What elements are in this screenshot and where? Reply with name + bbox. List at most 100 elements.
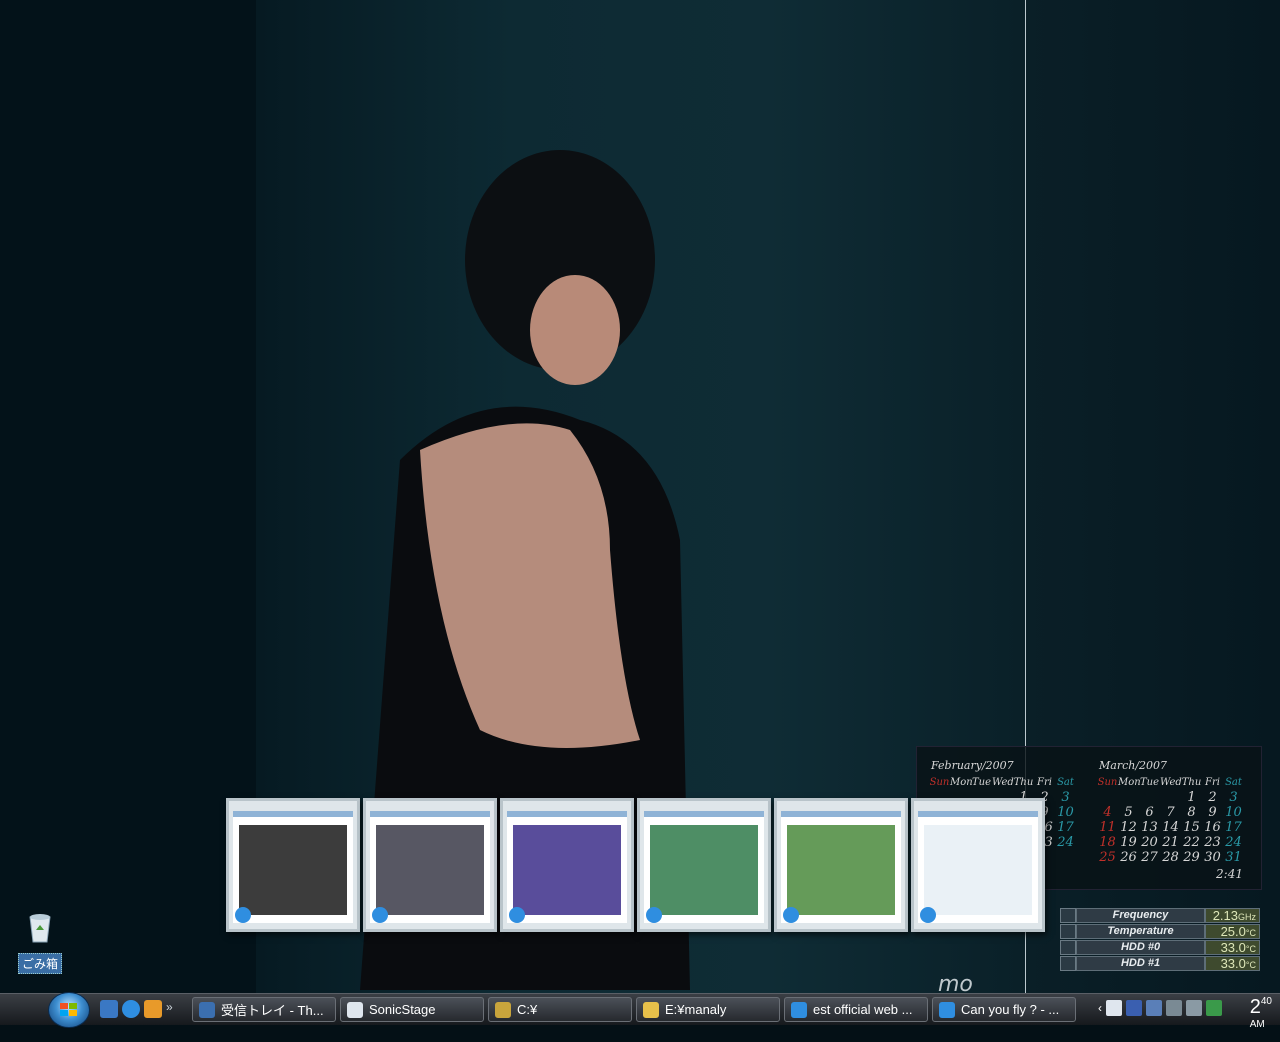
calendar-day: 17 [1057, 820, 1074, 835]
calendar-day: 2 [1208, 790, 1217, 805]
media-player-icon[interactable] [144, 1000, 162, 1018]
calendar-day: 18 [1099, 835, 1116, 850]
flip-window-thumbnail[interactable] [363, 798, 497, 932]
calendar-day-name: Tue [1139, 777, 1160, 788]
sensor-value: 2.13GHz [1205, 908, 1260, 923]
calendar-day: 14 [1162, 820, 1179, 835]
thumbnail-content [376, 825, 484, 915]
taskbar-button-label: est official web ... [813, 1002, 913, 1017]
ie-icon [939, 1001, 955, 1018]
thumbnail-titlebar [370, 811, 490, 817]
task-buttons: 受信トレイ - Th... SonicStage C:¥ E:¥manaly est o… [192, 997, 1076, 1022]
sensor-icon [1060, 924, 1076, 939]
explorer-icon [783, 907, 799, 923]
taskbar-button[interactable]: C:¥ [488, 997, 632, 1022]
desktop: mo ごみ箱 February/2007 Sun Mon Tue Wed Thu Fri S… [0, 0, 1280, 993]
flip-window-thumbnail[interactable] [500, 798, 634, 932]
taskbar-button[interactable]: 受信トレイ - Th... [192, 997, 336, 1022]
month-title: February/2007 [931, 759, 1014, 772]
drive-icon [495, 1001, 511, 1018]
start-button[interactable] [48, 992, 90, 1028]
calendar-day-name: Mon [1118, 777, 1141, 788]
calendar-day: 3 [1229, 790, 1238, 805]
tray-security-icon[interactable] [1206, 1000, 1222, 1016]
thumbnail-titlebar [507, 811, 627, 817]
calendar-day-name: Sat [1225, 777, 1242, 788]
taskbar-button[interactable]: est official web ... [784, 997, 928, 1022]
tray-expand-chevron-icon[interactable]: ‹ [1098, 1001, 1102, 1015]
thumbnail-titlebar [918, 811, 1038, 817]
recycle-bin-icon [29, 914, 51, 943]
calendar-day: 5 [1124, 805, 1133, 820]
calendar-day: 15 [1183, 820, 1200, 835]
taskbar: » 受信トレイ - Th... SonicStage C:¥ E:¥manaly est… [0, 992, 1280, 1030]
calendar-day: 26 [1120, 850, 1137, 865]
quick-launch-chevron-icon[interactable]: » [166, 1000, 173, 1018]
sensor-name: HDD #1 [1076, 956, 1205, 971]
calendar-day-name: Thu [1013, 777, 1034, 788]
sensor-number: 2.13 [1212, 908, 1238, 923]
taskbar-button-label: 受信トレイ - Th... [221, 1003, 324, 1018]
thumbnail-content [924, 825, 1032, 915]
sensor-icon [1060, 956, 1076, 971]
thumbnail-screen [233, 811, 353, 923]
notification-area: ‹ [1098, 1000, 1222, 1016]
calendar-day: 7 [1166, 805, 1175, 820]
flip-window-thumbnail[interactable] [774, 798, 908, 932]
calendar-day: 23 [1204, 835, 1221, 850]
network-icon[interactable] [1166, 1000, 1182, 1016]
calendar-day: 6 [1145, 805, 1154, 820]
taskbar-button[interactable]: E:¥manaly [636, 997, 780, 1022]
thumbnail-screen [918, 811, 1038, 923]
calendar-day: 20 [1141, 835, 1158, 850]
sonicstage-icon [347, 1001, 363, 1018]
taskbar-button[interactable]: SonicStage [340, 997, 484, 1022]
calendar-day-name: Sun [929, 777, 950, 788]
thumbnail-content [513, 825, 621, 915]
taskbar-button-label: E:¥manaly [665, 1002, 727, 1017]
taskbar-button[interactable]: Can you fly ? - ... [932, 997, 1076, 1022]
show-desktop-icon[interactable] [100, 1000, 118, 1018]
folder-icon [643, 1001, 659, 1018]
sensor-number: 25.0 [1220, 924, 1246, 939]
calendar-day: 31 [1225, 850, 1242, 865]
calendar-day: 12 [1120, 820, 1137, 835]
ie-icon[interactable] [122, 1000, 140, 1018]
volume-icon[interactable] [1186, 1000, 1202, 1016]
flip-window-thumbnail[interactable] [226, 798, 360, 932]
tray-ime-icon[interactable] [1126, 1000, 1142, 1016]
quick-launch: » [100, 1000, 173, 1018]
sonicstage-icon [509, 907, 525, 923]
thunderbird-icon [920, 907, 936, 923]
sensor-row: Temperature 25.0°C [1060, 924, 1260, 939]
recycle-bin-label: ごみ箱 [18, 953, 62, 974]
wallpaper-left-band [0, 0, 256, 993]
ie-icon [791, 1001, 807, 1018]
flip-window-thumbnail[interactable] [637, 798, 771, 932]
thumbnail-titlebar [644, 811, 764, 817]
tray-app-icon[interactable] [1106, 1000, 1122, 1016]
sensor-name: HDD #0 [1076, 940, 1205, 955]
recycle-bin[interactable]: ごみ箱 [18, 912, 62, 974]
tray-input-icon[interactable] [1146, 1000, 1162, 1016]
flip-window-thumbnail[interactable] [911, 798, 1045, 932]
svg-text:mo: mo [938, 975, 973, 993]
calendar-day: 22 [1183, 835, 1200, 850]
taskbar-button-label: SonicStage [369, 1002, 436, 1017]
calendar-day-name: Mon [950, 777, 973, 788]
calendar-day [1097, 791, 1118, 805]
calendar-day: 25 [1099, 850, 1116, 865]
calendar-day: 28 [1162, 850, 1179, 865]
calendar-day: 24 [1225, 835, 1242, 850]
sensor-number: 33.0 [1220, 940, 1246, 955]
calendar-day: 3 [1061, 790, 1070, 805]
calendar-day: 24 [1057, 835, 1074, 850]
sensor-number: 33.0 [1220, 956, 1246, 971]
taskbar-button-label: C:¥ [517, 1002, 538, 1017]
taskbar-clock[interactable]: 240 AM [1250, 996, 1272, 1042]
calendar-day-name: Sun [1097, 777, 1118, 788]
thumbnail-titlebar [233, 811, 353, 817]
sensor-unit: °C [1245, 960, 1256, 970]
calendar-day-name: Fri [1205, 777, 1220, 788]
calendar-day: 1 [1187, 790, 1196, 805]
